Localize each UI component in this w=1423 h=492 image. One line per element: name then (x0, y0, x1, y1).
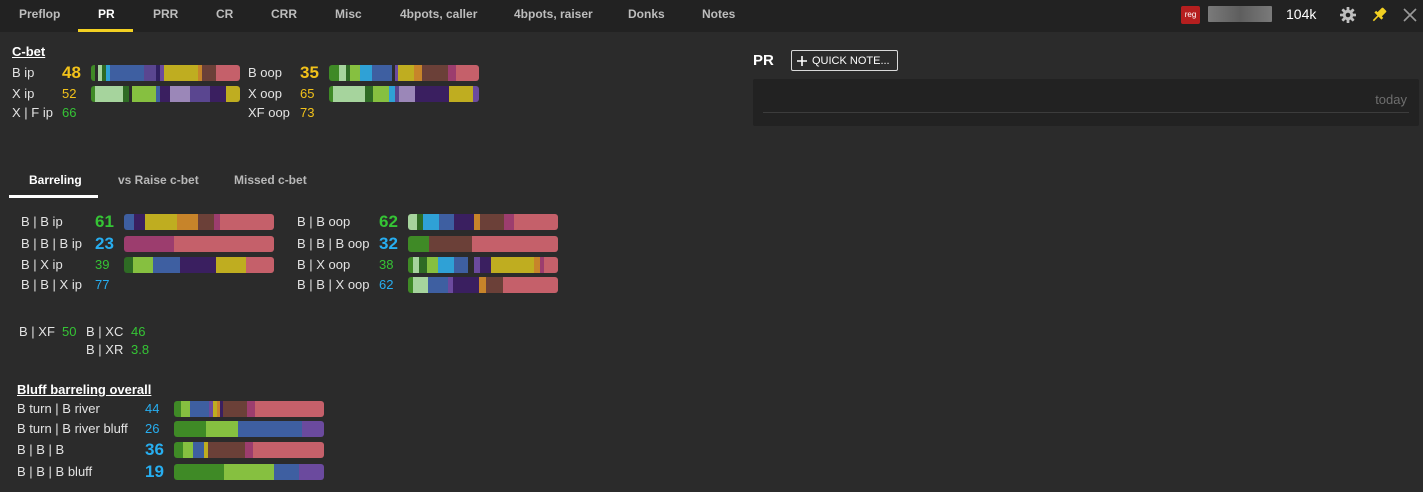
subtab-barreling[interactable]: Barreling (29, 173, 82, 187)
barrel-bx-ip-value[interactable]: 39 (95, 257, 109, 272)
plus-icon (797, 55, 807, 66)
barrel-bb-ip-bar[interactable] (124, 214, 274, 230)
bluff-row-3-value[interactable]: 36 (145, 440, 164, 460)
notes-panel-title: PR (753, 52, 774, 69)
cbet-xf-oop-value[interactable]: 73 (300, 105, 314, 120)
active-subtab-indicator (9, 195, 98, 198)
bluff-row-1-value[interactable]: 44 (145, 401, 159, 416)
barrel-bb-ip-value[interactable]: 61 (95, 212, 114, 232)
bxf-value[interactable]: 50 (62, 324, 76, 339)
subtab-missed-cbet[interactable]: Missed c-bet (234, 173, 307, 187)
pin-icon[interactable] (1369, 5, 1389, 25)
tab-pr[interactable]: PR (98, 0, 115, 32)
quick-note-label: QUICK NOTE... (812, 54, 890, 67)
note-entry-box[interactable]: today (753, 79, 1419, 126)
tab-preflop[interactable]: Preflop (19, 0, 60, 32)
barrel-bbx-oop-bar[interactable] (408, 277, 558, 293)
barrel-bbx-oop-label: B | B | X oop (297, 277, 370, 292)
cbet-b-oop-label: B oop (248, 65, 282, 80)
barrel-bx-ip-label: B | X ip (21, 257, 63, 272)
tab-4bpots-raiser[interactable]: 4bpots, raiser (514, 0, 593, 32)
cbet-b-ip-value[interactable]: 48 (62, 63, 81, 83)
barrel-bbx-oop-value[interactable]: 62 (379, 277, 393, 292)
cbet-title: C-bet (12, 44, 46, 59)
subtab-vs-raise-cbet[interactable]: vs Raise c-bet (118, 173, 199, 187)
bxr-value[interactable]: 3.8 (131, 342, 149, 357)
barrel-bx-oop-label: B | X oop (297, 257, 351, 272)
bluff-row-4-bar[interactable] (174, 464, 324, 480)
cbet-xf-ip-label: X | F ip (12, 105, 53, 120)
cbet-x-ip-value[interactable]: 52 (62, 86, 76, 101)
barrel-bbb-oop-label: B | B | B oop (297, 236, 370, 251)
quick-note-button[interactable]: QUICK NOTE... (791, 50, 898, 71)
barrel-bb-oop-value[interactable]: 62 (379, 212, 398, 232)
barrel-bbb-ip-bar[interactable] (124, 236, 274, 252)
bluff-row-2-label: B turn | B river bluff (17, 421, 128, 436)
player-type-badge: reg (1181, 6, 1200, 24)
barrel-bbb-ip-value[interactable]: 23 (95, 234, 114, 254)
bluff-row-2-bar[interactable] (174, 421, 324, 437)
gear-icon[interactable] (1338, 5, 1358, 25)
cbet-x-ip-label: X ip (12, 86, 35, 101)
player-stack: 104k (1286, 6, 1317, 22)
top-tab-bar: Preflop PR PRR CR CRR Misc 4bpots, calle… (0, 0, 1423, 32)
cbet-xf-ip-value[interactable]: 66 (62, 105, 76, 120)
tab-cr[interactable]: CR (216, 0, 233, 32)
barrel-bbb-ip-label: B | B | B ip (21, 236, 82, 251)
close-icon[interactable] (1400, 5, 1420, 25)
note-divider (763, 112, 1409, 113)
note-date: today (1375, 92, 1407, 107)
cbet-xf-oop-label: XF oop (248, 105, 290, 120)
bxc-label: B | XC (86, 324, 124, 339)
player-name-blurred (1208, 6, 1272, 22)
cbet-x-oop-bar[interactable] (329, 86, 479, 102)
bxc-value[interactable]: 46 (131, 324, 145, 339)
cbet-b-oop-bar[interactable] (329, 65, 479, 81)
cbet-x-oop-label: X oop (248, 86, 282, 101)
cbet-x-ip-bar[interactable] (91, 86, 240, 102)
barrel-bbx-ip-value[interactable]: 77 (95, 277, 109, 292)
bluff-row-3-label: B | B | B (17, 442, 65, 457)
barrel-bbb-oop-value[interactable]: 32 (379, 234, 398, 254)
barrel-bbb-oop-bar[interactable] (408, 236, 558, 252)
bluff-row-1-label: B turn | B river (17, 401, 100, 416)
cbet-b-oop-value[interactable]: 35 (300, 63, 319, 83)
tab-crr[interactable]: CRR (271, 0, 297, 32)
active-tab-indicator (78, 29, 133, 32)
bluff-row-4-label: B | B | B bluff (17, 464, 93, 479)
bluff-row-4-value[interactable]: 19 (145, 462, 164, 482)
tab-misc[interactable]: Misc (335, 0, 362, 32)
bxf-label: B | XF (19, 324, 55, 339)
tab-donks[interactable]: Donks (628, 0, 665, 32)
bluff-row-2-value[interactable]: 26 (145, 421, 159, 436)
barrel-bx-oop-bar[interactable] (408, 257, 558, 273)
tab-prr[interactable]: PRR (153, 0, 178, 32)
barrel-bb-ip-label: B | B ip (21, 214, 63, 229)
barrel-bx-ip-bar[interactable] (124, 257, 274, 273)
barrel-bbx-ip-label: B | B | X ip (21, 277, 82, 292)
barrel-bb-oop-bar[interactable] (408, 214, 558, 230)
tab-4bpots-caller[interactable]: 4bpots, caller (400, 0, 477, 32)
bluff-row-1-bar[interactable] (174, 401, 324, 417)
barrel-bx-oop-value[interactable]: 38 (379, 257, 393, 272)
bxr-label: B | XR (86, 342, 124, 357)
cbet-x-oop-value[interactable]: 65 (300, 86, 314, 101)
tab-notes[interactable]: Notes (702, 0, 735, 32)
barrel-bb-oop-label: B | B oop (297, 214, 351, 229)
cbet-b-ip-bar[interactable] (91, 65, 240, 81)
bluff-row-3-bar[interactable] (174, 442, 324, 458)
bluff-title: Bluff barreling overall (17, 382, 152, 397)
cbet-b-ip-label: B ip (12, 65, 35, 80)
